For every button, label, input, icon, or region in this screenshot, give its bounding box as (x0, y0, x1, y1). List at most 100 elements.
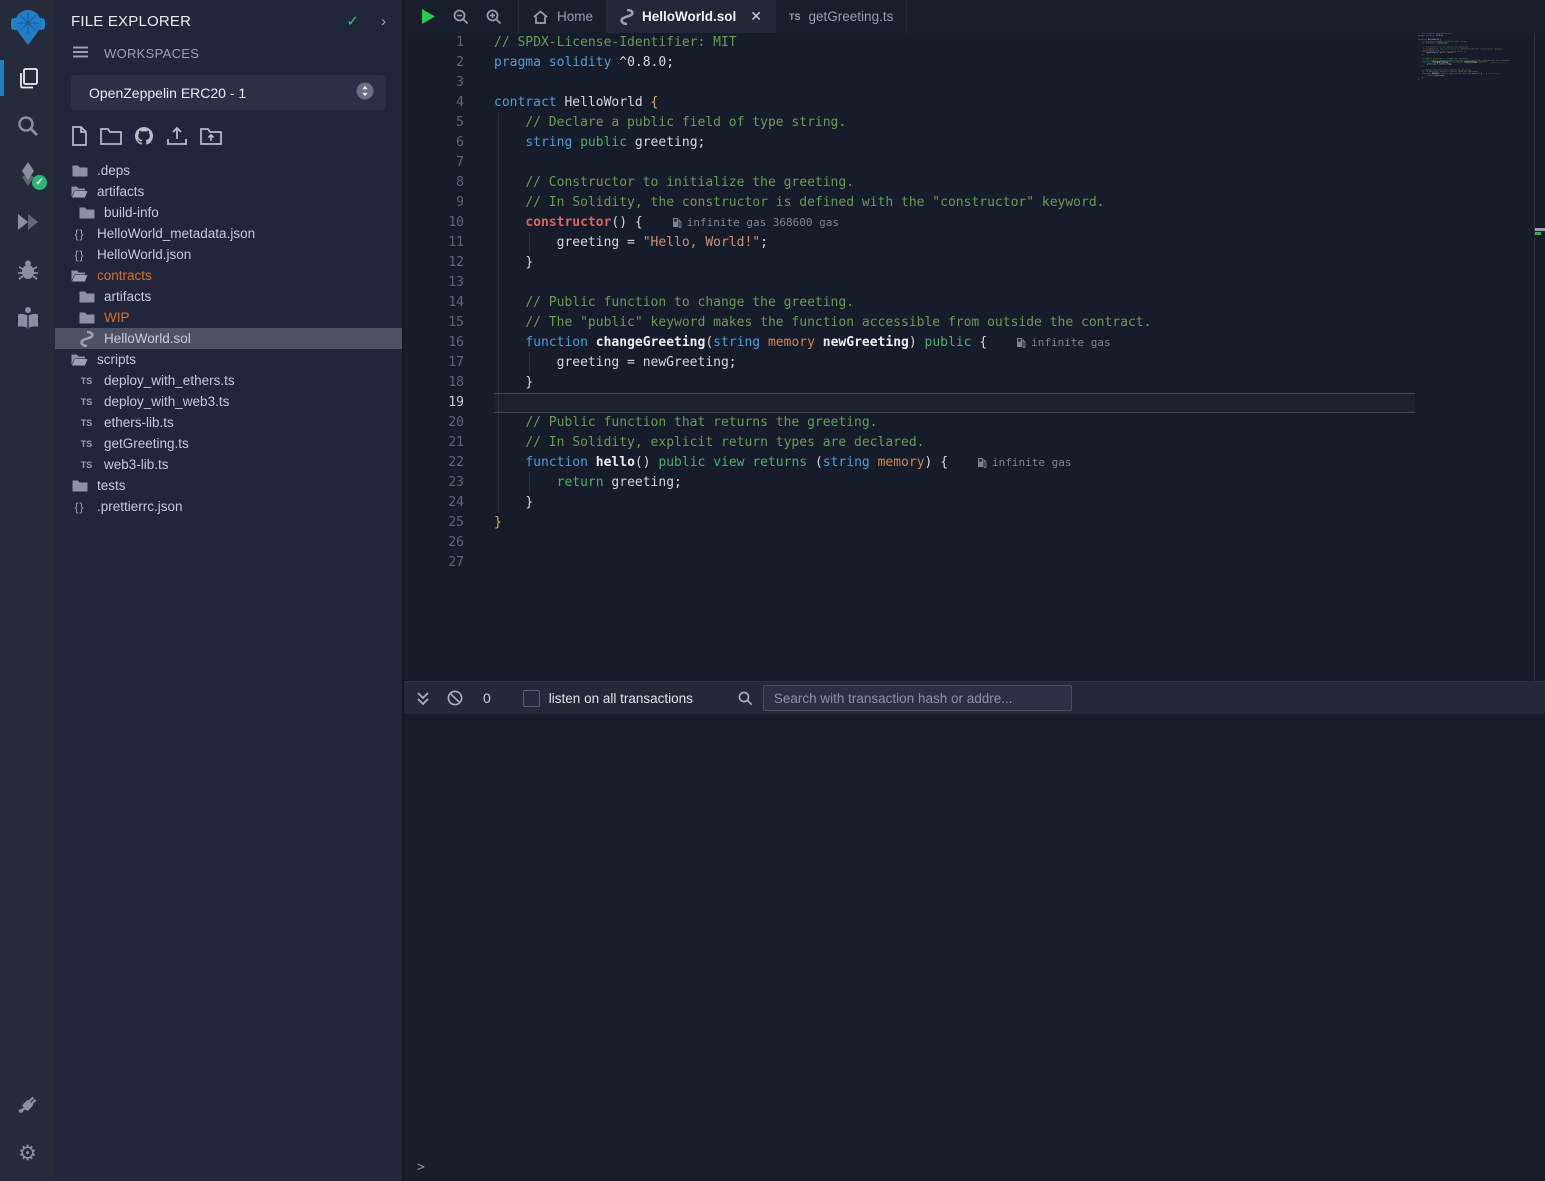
code-line[interactable]: // The "public" keyword makes the functi… (494, 313, 1151, 333)
line-number[interactable]: 24 (404, 493, 464, 513)
line-number[interactable]: 14 (404, 293, 464, 313)
line-number[interactable]: 10 (404, 213, 464, 233)
line-number[interactable]: 27 (404, 553, 464, 573)
line-number[interactable]: 5 (404, 113, 464, 133)
transaction-search-input[interactable] (763, 685, 1072, 711)
code-line[interactable] (494, 273, 1151, 293)
activity-item-plugin-manager[interactable] (0, 1081, 55, 1129)
tree-item-web3-lib.ts[interactable]: TSweb3-lib.ts (55, 454, 402, 475)
code-line[interactable] (494, 393, 1151, 413)
line-number[interactable]: 20 (404, 413, 464, 433)
code-line[interactable]: // SPDX-License-Identifier: MIT (494, 33, 1151, 53)
line-number[interactable]: 19 (404, 393, 464, 413)
activity-item-debugger[interactable] (0, 246, 55, 294)
activity-item-settings[interactable]: ⚙ (0, 1129, 55, 1177)
code-line[interactable]: greeting = "Hello, World!"; (494, 233, 1151, 253)
zoom-out-icon[interactable] (453, 9, 469, 25)
code-line[interactable]: // In Solidity, the constructor is defin… (494, 193, 1151, 213)
line-number[interactable]: 15 (404, 313, 464, 333)
code-line[interactable]: // In Solidity, explicit return types ar… (494, 433, 1151, 453)
line-number[interactable]: 3 (404, 73, 464, 93)
code-line[interactable]: greeting = newGreeting; (494, 353, 1151, 373)
overview-ruler[interactable] (1534, 33, 1545, 681)
tree-item-scripts[interactable]: scripts (55, 349, 402, 370)
zoom-in-icon[interactable] (486, 9, 502, 25)
code-line[interactable]: } (494, 493, 1151, 513)
tree-item-tests[interactable]: tests (55, 475, 402, 496)
line-number[interactable]: 8 (404, 173, 464, 193)
activity-item-learn[interactable] (0, 294, 55, 342)
line-number[interactable]: 22 (404, 453, 464, 473)
minimap[interactable]: // SPDX-License-Identifier: MITpragma so… (1418, 33, 1533, 681)
tree-item-.prettierrc.json[interactable]: {}.prettierrc.json (55, 496, 402, 517)
line-number[interactable]: 21 (404, 433, 464, 453)
code-line[interactable]: contract HelloWorld { (494, 93, 1151, 113)
terminal-output[interactable]: > (404, 714, 1545, 1181)
tree-item-artifacts[interactable]: artifacts (55, 286, 402, 307)
tree-item-artifacts[interactable]: artifacts (55, 181, 402, 202)
upload-file-icon[interactable] (166, 126, 188, 146)
tree-item-HelloWorld.json[interactable]: {}HelloWorld.json (55, 244, 402, 265)
new-file-icon[interactable] (71, 126, 88, 146)
tree-item-.deps[interactable]: .deps (55, 160, 402, 181)
line-number[interactable]: 12 (404, 253, 464, 273)
tree-item-WIP[interactable]: WIP (55, 307, 402, 328)
tree-item-HelloWorld.sol[interactable]: HelloWorld.sol (55, 328, 402, 349)
tree-item-contracts[interactable]: contracts (55, 265, 402, 286)
code-line[interactable]: // Declare a public field of type string… (494, 113, 1151, 133)
line-number[interactable]: 26 (404, 533, 464, 553)
tab-Home[interactable]: Home (518, 0, 607, 33)
line-number[interactable]: 7 (404, 153, 464, 173)
code-line[interactable]: string public greeting; (494, 133, 1151, 153)
line-number[interactable]: 6 (404, 133, 464, 153)
code-line[interactable]: // Public function that returns the gree… (494, 413, 1151, 433)
line-number[interactable]: 23 (404, 473, 464, 493)
code-content[interactable]: // SPDX-License-Identifier: MITpragma so… (494, 33, 1151, 573)
tree-item-getGreeting.ts[interactable]: TSgetGreeting.ts (55, 433, 402, 454)
line-number[interactable]: 4 (404, 93, 464, 113)
tree-item-deploy_with_ethers.ts[interactable]: TSdeploy_with_ethers.ts (55, 370, 402, 391)
line-number[interactable]: 9 (404, 193, 464, 213)
code-line[interactable] (494, 553, 1151, 573)
code-line[interactable] (494, 153, 1151, 173)
code-line[interactable]: } (494, 513, 1151, 533)
tree-item-deploy_with_web3.ts[interactable]: TSdeploy_with_web3.ts (55, 391, 402, 412)
line-number[interactable]: 2 (404, 53, 464, 73)
code-line[interactable]: function changeGreeting(string memory ne… (494, 333, 1151, 353)
expand-terminal-icon[interactable] (416, 691, 430, 706)
tree-item-build-info[interactable]: build-info (55, 202, 402, 223)
listen-transactions-checkbox[interactable] (523, 690, 540, 707)
activity-item-file-explorer[interactable] (0, 54, 55, 102)
code-line[interactable]: function hello() public view returns (st… (494, 453, 1151, 473)
tree-item-HelloWorld_metadata.json[interactable]: {}HelloWorld_metadata.json (55, 223, 402, 244)
activity-item-deploy-run[interactable] (0, 198, 55, 246)
workspace-select[interactable]: OpenZeppelin ERC20 - 1 (71, 75, 386, 110)
line-number[interactable]: 18 (404, 373, 464, 393)
code-line[interactable]: return greeting; (494, 473, 1151, 493)
code-line[interactable]: constructor() {infinite gas 368600 gas (494, 213, 1151, 233)
remix-logo[interactable] (0, 0, 55, 54)
code-line[interactable] (494, 73, 1151, 93)
line-number[interactable]: 11 (404, 233, 464, 253)
line-number[interactable]: 13 (404, 273, 464, 293)
activity-item-solidity-compiler[interactable]: ✓ (0, 150, 55, 198)
check-icon[interactable]: ✓ (346, 12, 359, 30)
line-number-gutter[interactable]: 1234567891011121314151617181920212223242… (404, 33, 464, 573)
hamburger-icon[interactable] (73, 46, 88, 61)
line-number[interactable]: 17 (404, 353, 464, 373)
code-line[interactable]: } (494, 253, 1151, 273)
upload-folder-icon[interactable] (200, 127, 222, 145)
tab-getGreeting.ts[interactable]: TSgetGreeting.ts (776, 0, 907, 33)
new-folder-icon[interactable] (100, 127, 122, 145)
chevron-right-icon[interactable]: › (381, 13, 386, 30)
github-icon[interactable] (134, 126, 154, 146)
code-line[interactable] (494, 533, 1151, 553)
close-tab-icon[interactable]: ✕ (750, 8, 762, 25)
activity-item-search[interactable] (0, 102, 55, 150)
line-number[interactable]: 16 (404, 333, 464, 353)
tree-item-ethers-lib.ts[interactable]: TSethers-lib.ts (55, 412, 402, 433)
code-line[interactable]: } (494, 373, 1151, 393)
line-number[interactable]: 1 (404, 33, 464, 53)
tab-HelloWorld.sol[interactable]: HelloWorld.sol✕ (607, 0, 776, 33)
code-line[interactable]: pragma solidity ^0.8.0; (494, 53, 1151, 73)
